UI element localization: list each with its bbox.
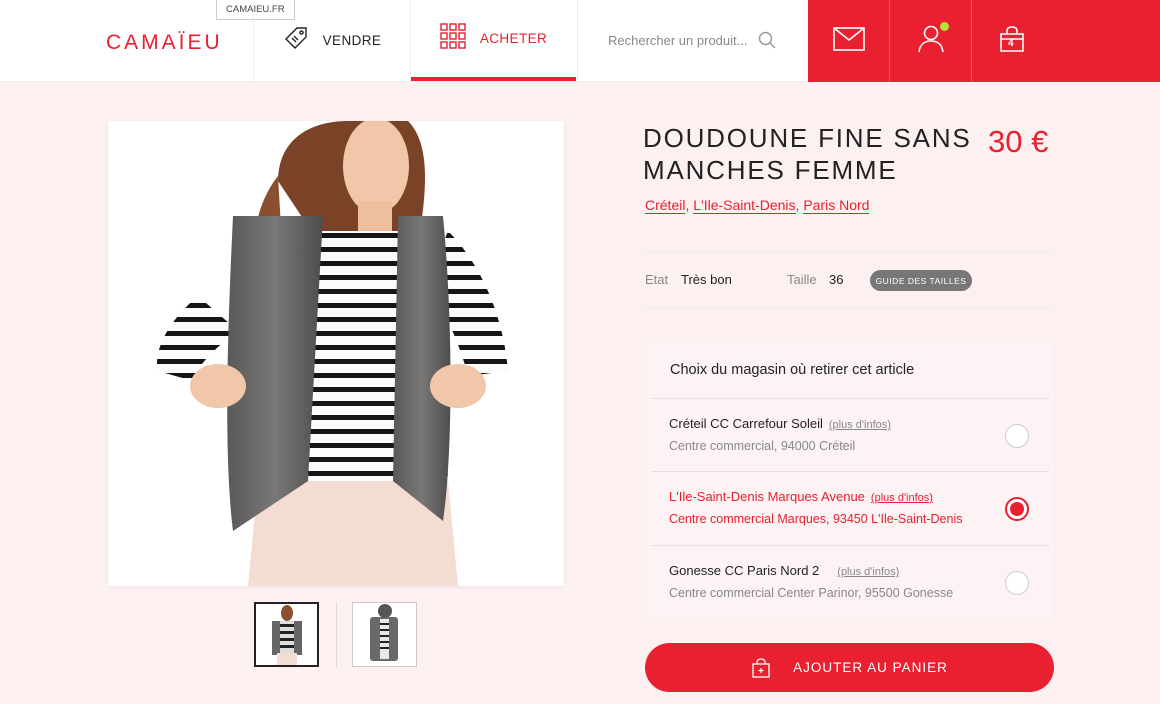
account-button[interactable] — [890, 0, 972, 82]
store-option-creteil[interactable]: Créteil CC Carrefour Soleil (plus d'infos… — [651, 398, 1049, 471]
mail-icon — [832, 26, 865, 56]
product-locations: Créteil, L'Ile-Saint-Denis, Paris Nord — [645, 197, 870, 214]
cart-button[interactable]: 4 — [972, 0, 1052, 82]
size-value: 36 — [829, 272, 844, 287]
nav-vendre-label: VENDRE — [322, 33, 382, 48]
store-more-info-link[interactable]: (plus d'infos) — [829, 419, 891, 431]
store-address: Centre commercial Center Parinor, 95500 … — [669, 586, 954, 600]
grid-icon — [440, 23, 466, 54]
product-price: 30 € — [988, 124, 1049, 159]
store-address: Centre commercial Marques, 93450 L'Ile-S… — [669, 512, 963, 526]
store-name: Créteil CC Carrefour Soleil — [669, 416, 823, 431]
divider — [645, 251, 1053, 252]
store-more-info-link[interactable]: (plus d'infos) — [837, 566, 899, 578]
site-header: CAMAÏEU CAMAIEU.FR VENDRE ACHETER Recher… — [0, 0, 1160, 82]
notification-dot — [940, 22, 949, 31]
store-address: Centre commercial, 94000 Créteil — [669, 439, 856, 453]
store-selection-panel: Choix du magasin où retirer cet article … — [648, 342, 1053, 618]
search-icon[interactable] — [758, 31, 776, 54]
divider — [645, 308, 1053, 309]
location-link-paris-nord[interactable]: Paris Nord — [803, 197, 870, 214]
nav-vendre[interactable]: VENDRE — [253, 0, 411, 81]
product-thumbnail-1[interactable] — [254, 602, 319, 667]
store-name: L'Ile-Saint-Denis Marques Avenue — [669, 489, 865, 504]
store-radio-ile-saint-denis[interactable] — [1005, 497, 1029, 521]
size-guide-button[interactable]: GUIDE DES TAILLES — [870, 270, 972, 291]
store-more-info-link[interactable]: (plus d'infos) — [871, 492, 933, 504]
store-option-gonesse[interactable]: Gonesse CC Paris Nord 2 (plus d'infos) Ce… — [651, 545, 1049, 618]
product-title: DOUDOUNE FINE SANS MANCHES FEMME — [643, 123, 972, 185]
add-to-cart-label: AJOUTER AU PANIER — [793, 660, 948, 675]
messages-button[interactable] — [808, 0, 890, 82]
product-main-image[interactable] — [108, 121, 564, 586]
condition-label: Etat — [645, 272, 669, 287]
store-radio-gonesse[interactable] — [1005, 571, 1029, 595]
nav-acheter[interactable]: ACHETER — [411, 0, 576, 81]
location-link-creteil[interactable]: Créteil — [645, 197, 686, 214]
store-selection-title: Choix du magasin où retirer cet article — [670, 362, 915, 378]
user-icon — [917, 25, 944, 58]
nav-acheter-label: ACHETER — [479, 31, 548, 46]
store-name: Gonesse CC Paris Nord 2 — [669, 563, 820, 578]
shopping-bag-icon — [751, 657, 771, 678]
product-thumbnail-2[interactable] — [352, 602, 417, 667]
store-option-ile-saint-denis[interactable]: L'Ile-Saint-Denis Marques Avenue (plus d'… — [651, 471, 1049, 544]
search-bar — [577, 0, 808, 81]
add-to-cart-button[interactable]: AJOUTER AU PANIER — [645, 643, 1054, 692]
brand-logo[interactable]: CAMAÏEU — [106, 31, 223, 55]
thumbnail-divider — [336, 602, 337, 667]
cart-count: 4 — [1008, 38, 1014, 49]
size-label: Taille — [787, 272, 817, 287]
search-input[interactable] — [608, 33, 758, 48]
tag-icon — [283, 25, 309, 56]
header-actions: 4 — [808, 0, 1160, 82]
location-link-ile-saint-denis[interactable]: L'Ile-Saint-Denis — [693, 197, 796, 214]
condition-value: Très bon — [681, 272, 732, 287]
store-radio-creteil[interactable] — [1005, 424, 1029, 448]
